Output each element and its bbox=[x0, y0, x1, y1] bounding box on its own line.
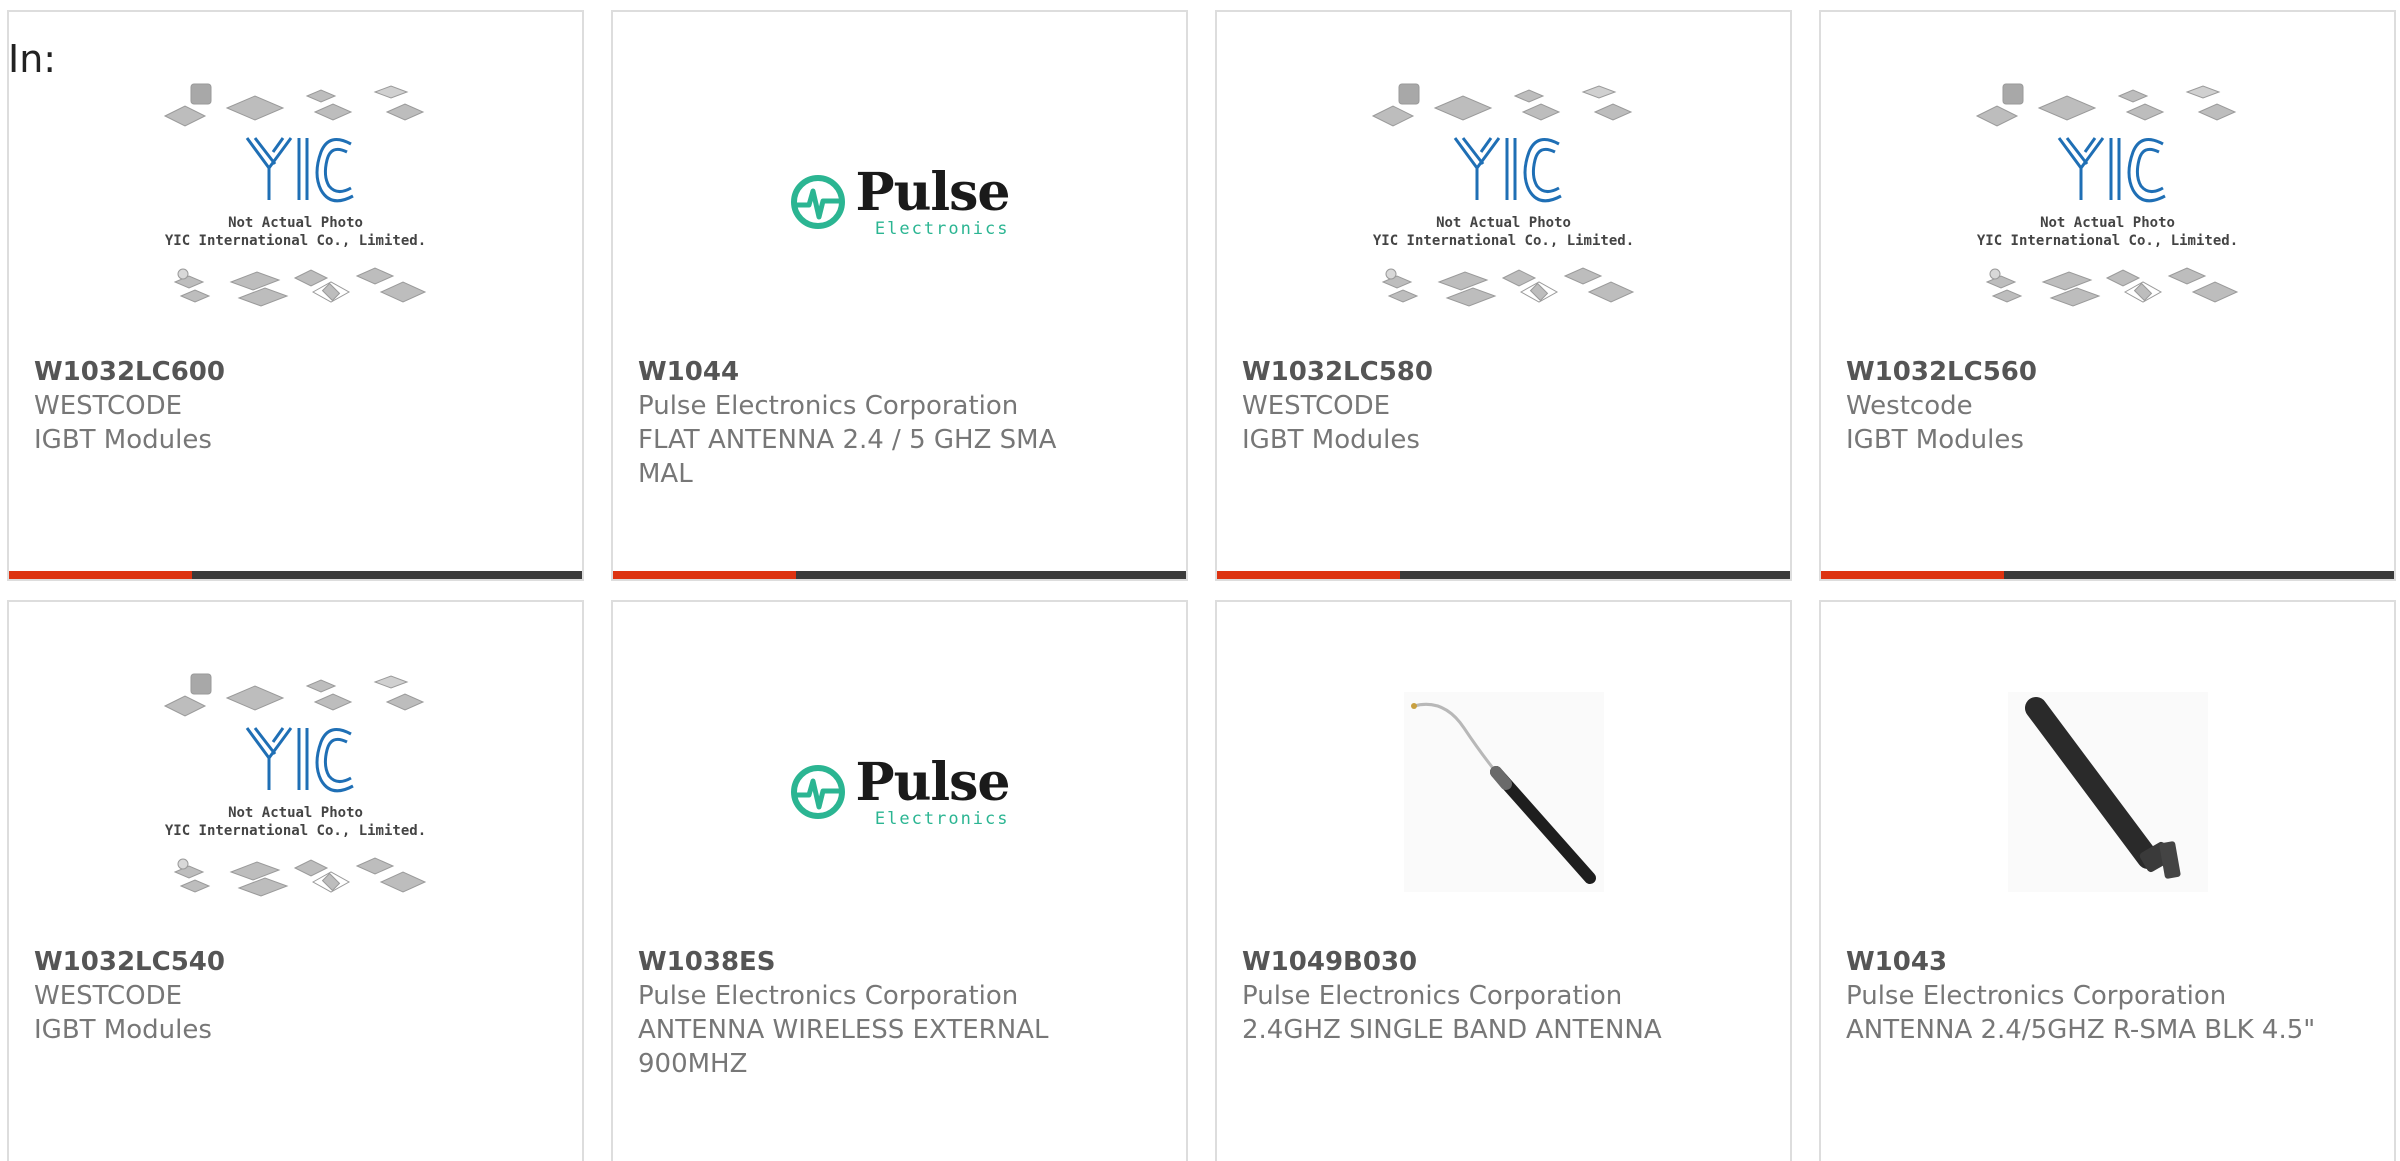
product-description: IGBT Modules bbox=[34, 1015, 212, 1045]
yic-placeholder-image: Not Actual Photo YIC International Co., … bbox=[1369, 82, 1639, 322]
card-bottom-bar bbox=[1217, 571, 1790, 579]
filter-label: In: bbox=[8, 37, 57, 81]
product-thumbnail[interactable]: Not Actual Photo YIC International Co., … bbox=[1217, 52, 1790, 352]
pulse-logo-image: Pulse Electronics bbox=[789, 161, 1011, 239]
product-manufacturer: Pulse Electronics Corporation bbox=[638, 391, 1019, 421]
pulse-sub-text: Electronics bbox=[874, 218, 1010, 239]
product-manufacturer: Pulse Electronics Corporation bbox=[638, 981, 1019, 1011]
placeholder-caption-line2: YIC International Co., Limited. bbox=[164, 233, 427, 249]
product-card[interactable]: Pulse Electronics W1038ES Pulse Electron… bbox=[611, 600, 1188, 1161]
product-description: IGBT Modules bbox=[1242, 425, 1420, 455]
product-card[interactable]: W1043 Pulse Electronics Corporation ANTE… bbox=[1819, 600, 2396, 1161]
product-card[interactable]: W1049B030 Pulse Electronics Corporation … bbox=[1215, 600, 1792, 1161]
card-bar-accent bbox=[9, 571, 192, 579]
product-manufacturer: WESTCODE bbox=[1242, 391, 1391, 421]
placeholder-caption-line1: Not Actual Photo bbox=[1436, 215, 1571, 231]
card-bottom-bar bbox=[9, 571, 582, 579]
placeholder-caption-line1: Not Actual Photo bbox=[2040, 215, 2175, 231]
product-part-number[interactable]: W1032LC540 bbox=[34, 945, 504, 979]
card-bar-accent bbox=[1821, 571, 2004, 579]
card-bottom-bar bbox=[613, 571, 1186, 579]
card-bottom-bar bbox=[1821, 571, 2394, 579]
yic-placeholder-image: Not Actual Photo YIC International Co., … bbox=[1973, 82, 2243, 322]
product-manufacturer: Westcode bbox=[1846, 391, 1973, 421]
product-manufacturer: Pulse Electronics Corporation bbox=[1846, 981, 2227, 1011]
product-description: 2.4GHZ SINGLE BAND ANTENNA bbox=[1242, 1015, 1662, 1045]
product-thumbnail[interactable]: Not Actual Photo YIC International Co., … bbox=[9, 642, 582, 942]
placeholder-caption-line2: YIC International Co., Limited. bbox=[164, 823, 427, 839]
product-part-number[interactable]: W1032LC600 bbox=[34, 355, 504, 389]
yic-placeholder-image: Not Actual Photo YIC International Co., … bbox=[161, 82, 431, 322]
product-part-number[interactable]: W1038ES bbox=[638, 945, 1108, 979]
swivel-antenna-photo bbox=[2007, 692, 2208, 892]
card-bar-accent bbox=[1217, 571, 1400, 579]
product-description: ANTENNA WIRELESS EXTERNAL 900MHZ bbox=[638, 1015, 1049, 1079]
product-thumbnail[interactable] bbox=[1821, 642, 2394, 942]
product-thumbnail[interactable]: Not Actual Photo YIC International Co., … bbox=[1821, 52, 2394, 352]
placeholder-caption-line1: Not Actual Photo bbox=[228, 805, 363, 821]
product-part-number[interactable]: W1032LC580 bbox=[1242, 355, 1712, 389]
placeholder-caption-line1: Not Actual Photo bbox=[228, 215, 363, 231]
product-part-number[interactable]: W1043 bbox=[1846, 945, 2316, 979]
product-description: FLAT ANTENNA 2.4 / 5 GHZ SMA MAL bbox=[638, 425, 1057, 489]
card-bar-accent bbox=[613, 571, 796, 579]
wire-antenna-photo bbox=[1403, 692, 1604, 892]
product-manufacturer: WESTCODE bbox=[34, 981, 183, 1011]
product-manufacturer: WESTCODE bbox=[34, 391, 183, 421]
product-description: IGBT Modules bbox=[34, 425, 212, 455]
placeholder-caption-line2: YIC International Co., Limited. bbox=[1372, 233, 1635, 249]
placeholder-caption-line2: YIC International Co., Limited. bbox=[1976, 233, 2239, 249]
product-card[interactable]: Not Actual Photo YIC International Co., … bbox=[1819, 10, 2396, 581]
product-part-number[interactable]: W1044 bbox=[638, 355, 1108, 389]
product-card[interactable]: Pulse Electronics W1044 Pulse Electronic… bbox=[611, 10, 1188, 581]
product-card[interactable]: Not Actual Photo YIC International Co., … bbox=[7, 600, 584, 1161]
pulse-mark-icon bbox=[791, 175, 846, 229]
product-description: IGBT Modules bbox=[1846, 425, 2024, 455]
product-description: ANTENNA 2.4/5GHZ R-SMA BLK 4.5" bbox=[1846, 1015, 2316, 1045]
product-card[interactable]: Not Actual Photo YIC International Co., … bbox=[1215, 10, 1792, 581]
pulse-mark-icon bbox=[791, 765, 846, 819]
product-card[interactable]: Not Actual Photo YIC International Co., … bbox=[7, 10, 584, 581]
product-thumbnail[interactable] bbox=[1217, 642, 1790, 942]
yic-placeholder-image: Not Actual Photo YIC International Co., … bbox=[161, 672, 431, 912]
pulse-logo-image: Pulse Electronics bbox=[789, 751, 1011, 829]
product-part-number[interactable]: W1032LC560 bbox=[1846, 355, 2316, 389]
product-thumbnail[interactable]: Pulse Electronics bbox=[613, 52, 1186, 352]
pulse-brand-text: Pulse bbox=[855, 161, 1010, 223]
product-thumbnail[interactable]: Pulse Electronics bbox=[613, 642, 1186, 942]
pulse-sub-text: Electronics bbox=[874, 808, 1010, 829]
pulse-brand-text: Pulse bbox=[855, 751, 1010, 813]
product-part-number[interactable]: W1049B030 bbox=[1242, 945, 1712, 979]
product-manufacturer: Pulse Electronics Corporation bbox=[1242, 981, 1623, 1011]
product-thumbnail[interactable]: Not Actual Photo YIC International Co., … bbox=[9, 52, 582, 352]
product-grid-page: In: Not Actual Photo YIC International C… bbox=[0, 0, 2400, 1161]
